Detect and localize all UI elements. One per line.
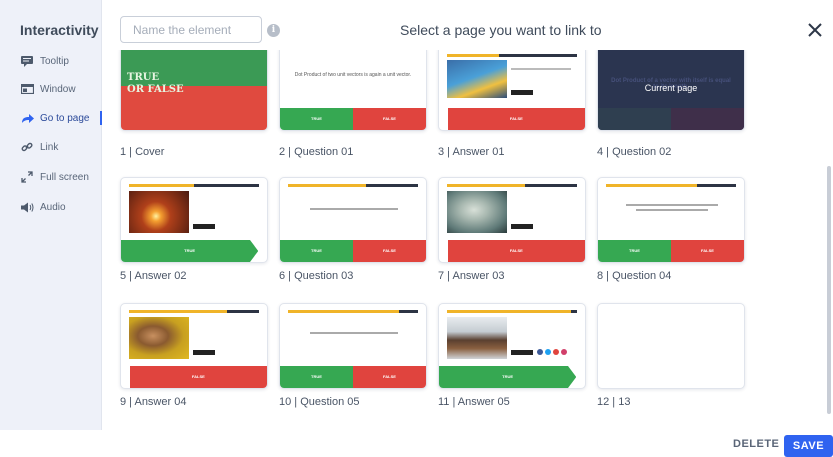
page-thumbnail-5[interactable]: TRUE [120,177,268,263]
page-thumbnail-7[interactable]: FALSE [438,177,586,263]
sidebar-item-full-screen[interactable]: Full screen [20,167,102,187]
progress-bar [447,310,577,313]
page-thumbnail-6[interactable]: TRUE FALSE [279,177,427,263]
page-label-5: 5 | Answer 02 [120,270,187,282]
statue-photo [447,191,507,233]
false-button-thumb: FALSE [447,240,585,262]
page-label-9: 9 | Answer 04 [120,396,187,408]
grid-scrollbar[interactable] [827,166,831,414]
window-icon [20,83,34,95]
false-button-thumb: FALSE [447,108,585,130]
share-icon [537,349,543,355]
false-button-thumb: FALSE [353,108,426,130]
page-label-2: 2 | Question 01 [279,146,354,158]
fullscreen-icon [20,171,34,183]
question-text: Dot Product of two unit vectors is again… [294,72,412,78]
current-page-buttons [598,108,744,130]
link-icon [20,141,34,153]
page-label-10: 10 | Question 05 [279,396,360,408]
progress-bar [447,54,577,57]
sunset-photo [129,191,189,233]
sidebar-item-go-to-page[interactable]: Go to page [20,108,102,128]
page-thumbnail-10[interactable]: TRUE FALSE [279,303,427,389]
progress-bar [606,184,736,187]
page-thumbnail-2[interactable]: Dot Product of two unit vectors is again… [279,50,427,131]
thumb-button [511,90,533,95]
page-thumbnail-9[interactable]: FALSE [120,303,268,389]
true-button-thumb: TRUE [280,108,353,130]
question-text-line [310,208,398,210]
question-text-line [626,204,718,206]
true-button-thumb: TRUE [598,240,671,262]
sidebar-item-link[interactable]: Link [20,137,102,157]
tooltip-icon [20,55,34,67]
question-text-line [636,209,708,211]
dialog-title: Select a page you want to link to [400,22,602,38]
page-thumbnail-8[interactable]: TRUE FALSE [597,177,745,263]
false-button-thumb: FALSE [671,240,744,262]
fish-photo [447,60,507,98]
question-text-line [310,332,398,334]
false-button-thumb: FALSE [353,240,426,262]
false-button-thumb: FALSE [353,366,426,388]
sidebar-item-label: Go to page [40,112,90,124]
share-icon [553,349,559,355]
portrait-photo [129,317,189,359]
sidebar-item-label: Link [40,141,59,153]
false-button-thumb: FALSE [129,366,267,388]
interactivity-sidebar: Interactivity Tooltip Window Go to page … [0,0,102,430]
save-button[interactable]: SAVE [784,435,833,457]
info-icon[interactable]: i [267,24,280,37]
sidebar-item-label: Tooltip [40,55,69,67]
page-grid: TRUE OR FALSE 1 | Cover Dot Product of t… [102,50,822,430]
page-label-11: 11 | Answer 05 [438,396,510,408]
thumb-button [511,224,533,229]
page-thumbnail-11[interactable]: TRUE [438,303,586,389]
sidebar-item-tooltip[interactable]: Tooltip [20,51,102,71]
page-label-7: 7 | Answer 03 [438,270,505,282]
page-label-1: 1 | Cover [120,146,165,158]
sidebar-item-label: Audio [40,201,66,213]
page-thumbnail-1[interactable]: TRUE OR FALSE [120,50,268,131]
true-button-thumb: TRUE [121,240,259,262]
page-thumbnail-3[interactable]: FALSE [438,50,586,131]
thumb-button [193,224,215,229]
close-icon[interactable] [805,20,825,40]
page-thumbnail-4-current[interactable]: Dot Product of a vector with itself is e… [597,50,745,131]
progress-bar [447,184,577,187]
sidebar-item-label: Full screen [40,171,89,183]
cover-title-line2: OR FALSE [127,84,184,95]
progress-bar [129,184,259,187]
share-icon [561,349,567,355]
sidebar-item-window[interactable]: Window [20,79,102,99]
delete-button[interactable]: DELETE [733,438,779,450]
share-icon [545,349,551,355]
true-button-thumb: TRUE [280,366,353,388]
progress-bar [288,184,418,187]
progress-bar [288,310,418,313]
bat-photo [447,317,507,359]
thumb-text-line [511,68,571,70]
page-label-3: 3 | Answer 01 [438,146,505,158]
sidebar-title: Interactivity [20,22,99,38]
sidebar-item-audio[interactable]: Audio [20,197,102,217]
current-page-label: Current page [644,83,698,93]
sidebar-item-label: Window [40,83,76,95]
thumb-button [511,350,533,355]
page-label-8: 8 | Question 04 [597,270,672,282]
page-label-12: 12 | 13 [597,396,631,408]
cover-title-line1: TRUE [127,72,160,83]
true-button-thumb: TRUE [280,240,353,262]
true-button-thumb: TRUE [439,366,577,388]
element-name-input[interactable] [120,16,262,43]
progress-bar [129,310,259,313]
arrow-right-icon [20,112,34,124]
speaker-icon [20,201,34,213]
page-label-6: 6 | Question 03 [279,270,354,282]
page-label-4: 4 | Question 02 [597,146,672,158]
thumb-button [193,350,215,355]
page-thumbnail-12[interactable] [597,303,745,389]
